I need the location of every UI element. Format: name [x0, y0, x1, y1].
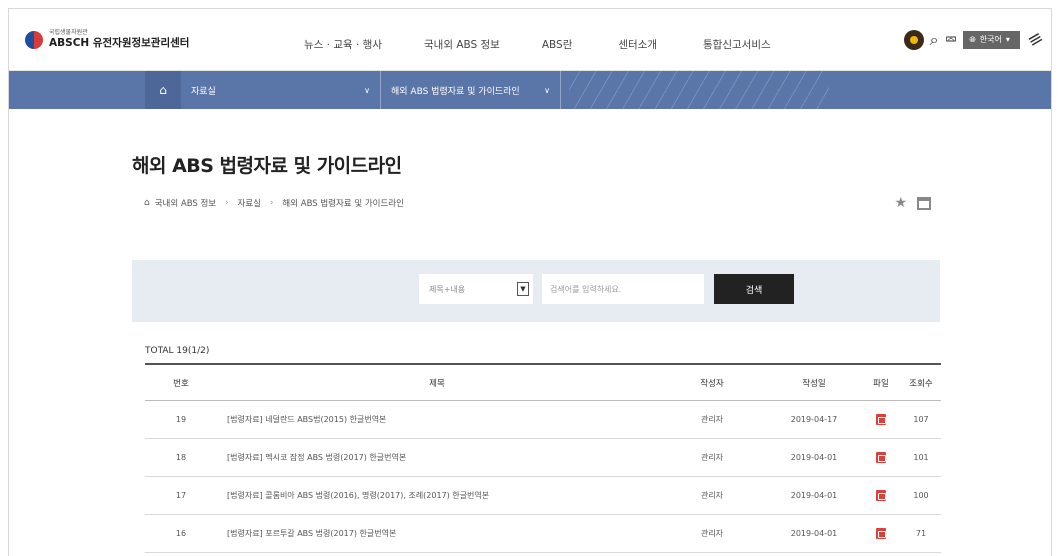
logo-title: ABSCH 유전자원정보관리센터: [49, 37, 190, 49]
location-menu-2-label: 해외 ABS 법령자료 및 가이드라인: [391, 86, 520, 97]
row-no: 18: [175, 453, 187, 462]
search-area: 제목+내용 ▼ 검색: [132, 260, 940, 322]
table-row[interactable]: 18 [법령자료] 멕시코 잠정 ABS 법령(2017) 한글번역본 관리자 …: [145, 439, 941, 477]
language-label: 한국어: [979, 35, 1002, 44]
header-no: 번호: [173, 378, 189, 389]
page-title: 해외 ABS 법령자료 및 가이드라인: [132, 155, 402, 177]
location-menu-1-label: 자료실: [191, 86, 216, 97]
row-writer: 관리자: [700, 415, 724, 424]
page-frame: 국립생물자원관 ABSCH 유전자원정보관리센터 뉴스 · 교육 · 행사 국내…: [8, 8, 1052, 556]
row-no: 16: [175, 529, 187, 538]
table-row[interactable]: 17 [법령자료] 콜롬비아 ABS 법령(2016), 명령(2017), 조…: [145, 477, 941, 515]
header-file: 파일: [873, 378, 889, 389]
nav-news-education-events[interactable]: 뉴스 · 교육 · 행사: [304, 37, 382, 52]
row-title-link[interactable]: [법령자료] 포르투갈 ABS 법령(2017) 한글번역본: [217, 528, 657, 539]
breadcrumb: ⌂ 국내외 ABS 정보 › 자료실 › 해외 ABS 법령자료 및 가이드라인: [144, 197, 404, 209]
row-no: 17: [175, 491, 187, 500]
utility-menu: ⌕ ⮹ 🌐︎ 한국어 ▾ ≡: [903, 27, 1047, 52]
location-menu-1[interactable]: 자료실 ∨: [181, 71, 381, 109]
search-type-value: 제목+내용: [429, 284, 466, 294]
nav-center-intro[interactable]: 센터소개: [618, 37, 657, 52]
chevron-down-icon: ∨: [364, 85, 370, 95]
chevron-down-icon: ∨: [544, 85, 550, 95]
chevron-down-icon: ▼: [517, 282, 529, 296]
nav-about-abs[interactable]: ABS란: [542, 37, 573, 52]
search-input[interactable]: [542, 274, 704, 304]
share-icon[interactable]: ⮹: [945, 30, 958, 50]
row-date: 2019-04-17: [790, 415, 838, 424]
breadcrumb-item[interactable]: 해외 ABS 법령자료 및 가이드라인: [282, 197, 404, 209]
header-date: 작성일: [802, 378, 826, 389]
row-views: 71: [915, 529, 927, 538]
breadcrumb-separator: ›: [270, 198, 274, 208]
row-writer: 관리자: [700, 491, 724, 500]
header-views: 조회수: [909, 378, 933, 389]
breadcrumb-item[interactable]: 국내외 ABS 정보: [155, 197, 216, 209]
location-menu-2[interactable]: 해외 ABS 법령자료 및 가이드라인 ∨: [381, 71, 561, 109]
row-date: 2019-04-01: [790, 453, 838, 462]
row-title-link[interactable]: [법령자료] 멕시코 잠정 ABS 법령(2017) 한글번역본: [217, 452, 657, 463]
table-row[interactable]: 19 [법령자료] 네덜란드 ABS법(2015) 한글번역본 관리자 2019…: [145, 401, 941, 439]
row-views: 100: [913, 491, 929, 500]
row-writer: 관리자: [700, 529, 724, 538]
page-tools: ★: [894, 195, 931, 211]
location-bar: ⌂ 자료실 ∨ 해외 ABS 법령자료 및 가이드라인 ∨: [9, 71, 1051, 109]
chatbot-icon[interactable]: [903, 29, 924, 50]
print-icon[interactable]: [917, 196, 931, 210]
header-title: 제목: [429, 378, 445, 389]
pdf-file-icon[interactable]: [876, 528, 886, 539]
nav-integrated-report[interactable]: 통합신고서비스: [703, 37, 771, 52]
home-icon[interactable]: ⌂: [144, 198, 150, 208]
chevron-down-icon: ▾: [1005, 35, 1010, 44]
search-icon[interactable]: ⌕: [930, 30, 939, 50]
logo-subtitle: 국립생물자원관: [49, 29, 88, 36]
table-row[interactable]: 16 [법령자료] 포르투갈 ABS 법령(2017) 한글번역본 관리자 20…: [145, 515, 941, 553]
row-no: 19: [175, 415, 187, 424]
star-icon[interactable]: ★: [894, 195, 907, 211]
row-writer: 관리자: [700, 453, 724, 462]
board-table: 번호 제목 작성자 작성일 파일 조회수 19 [법령자료] 네덜란드 ABS법…: [145, 363, 941, 553]
row-title-link[interactable]: [법령자료] 네덜란드 ABS법(2015) 한글번역본: [217, 414, 657, 425]
pdf-file-icon[interactable]: [876, 490, 886, 501]
menu-icon[interactable]: ≡: [1024, 27, 1048, 53]
breadcrumb-separator: ›: [225, 198, 229, 208]
nav-abs-info[interactable]: 국내외 ABS 정보: [424, 37, 500, 52]
breadcrumb-item[interactable]: 자료실: [238, 197, 261, 209]
row-title-link[interactable]: [법령자료] 콜롬비아 ABS 법령(2016), 명령(2017), 조례(2…: [217, 490, 657, 501]
site-logo[interactable]: 국립생물자원관 ABSCH 유전자원정보관리센터: [25, 29, 189, 50]
row-views: 101: [913, 453, 929, 462]
government-emblem-icon: [25, 30, 43, 49]
pdf-file-icon[interactable]: [876, 414, 886, 425]
row-views: 107: [913, 415, 929, 424]
decorative-pattern: [569, 71, 829, 109]
home-icon[interactable]: ⌂: [145, 71, 181, 109]
total-count: TOTAL 19(1/2): [145, 346, 210, 356]
table-header: 번호 제목 작성자 작성일 파일 조회수: [145, 365, 941, 401]
main-nav: 뉴스 · 교육 · 행사 국내외 ABS 정보 ABS란 센터소개 통합신고서비…: [304, 37, 771, 52]
language-select[interactable]: 🌐︎ 한국어 ▾: [963, 30, 1020, 49]
search-type-select[interactable]: 제목+내용 ▼: [419, 274, 533, 304]
row-date: 2019-04-01: [790, 491, 838, 500]
site-header: 국립생물자원관 ABSCH 유전자원정보관리센터 뉴스 · 교육 · 행사 국내…: [9, 9, 1051, 71]
pdf-file-icon[interactable]: [876, 452, 886, 463]
search-button[interactable]: 검색: [714, 274, 794, 304]
row-date: 2019-04-01: [790, 529, 838, 538]
header-writer: 작성자: [700, 378, 724, 389]
globe-icon: 🌐︎: [969, 34, 976, 44]
